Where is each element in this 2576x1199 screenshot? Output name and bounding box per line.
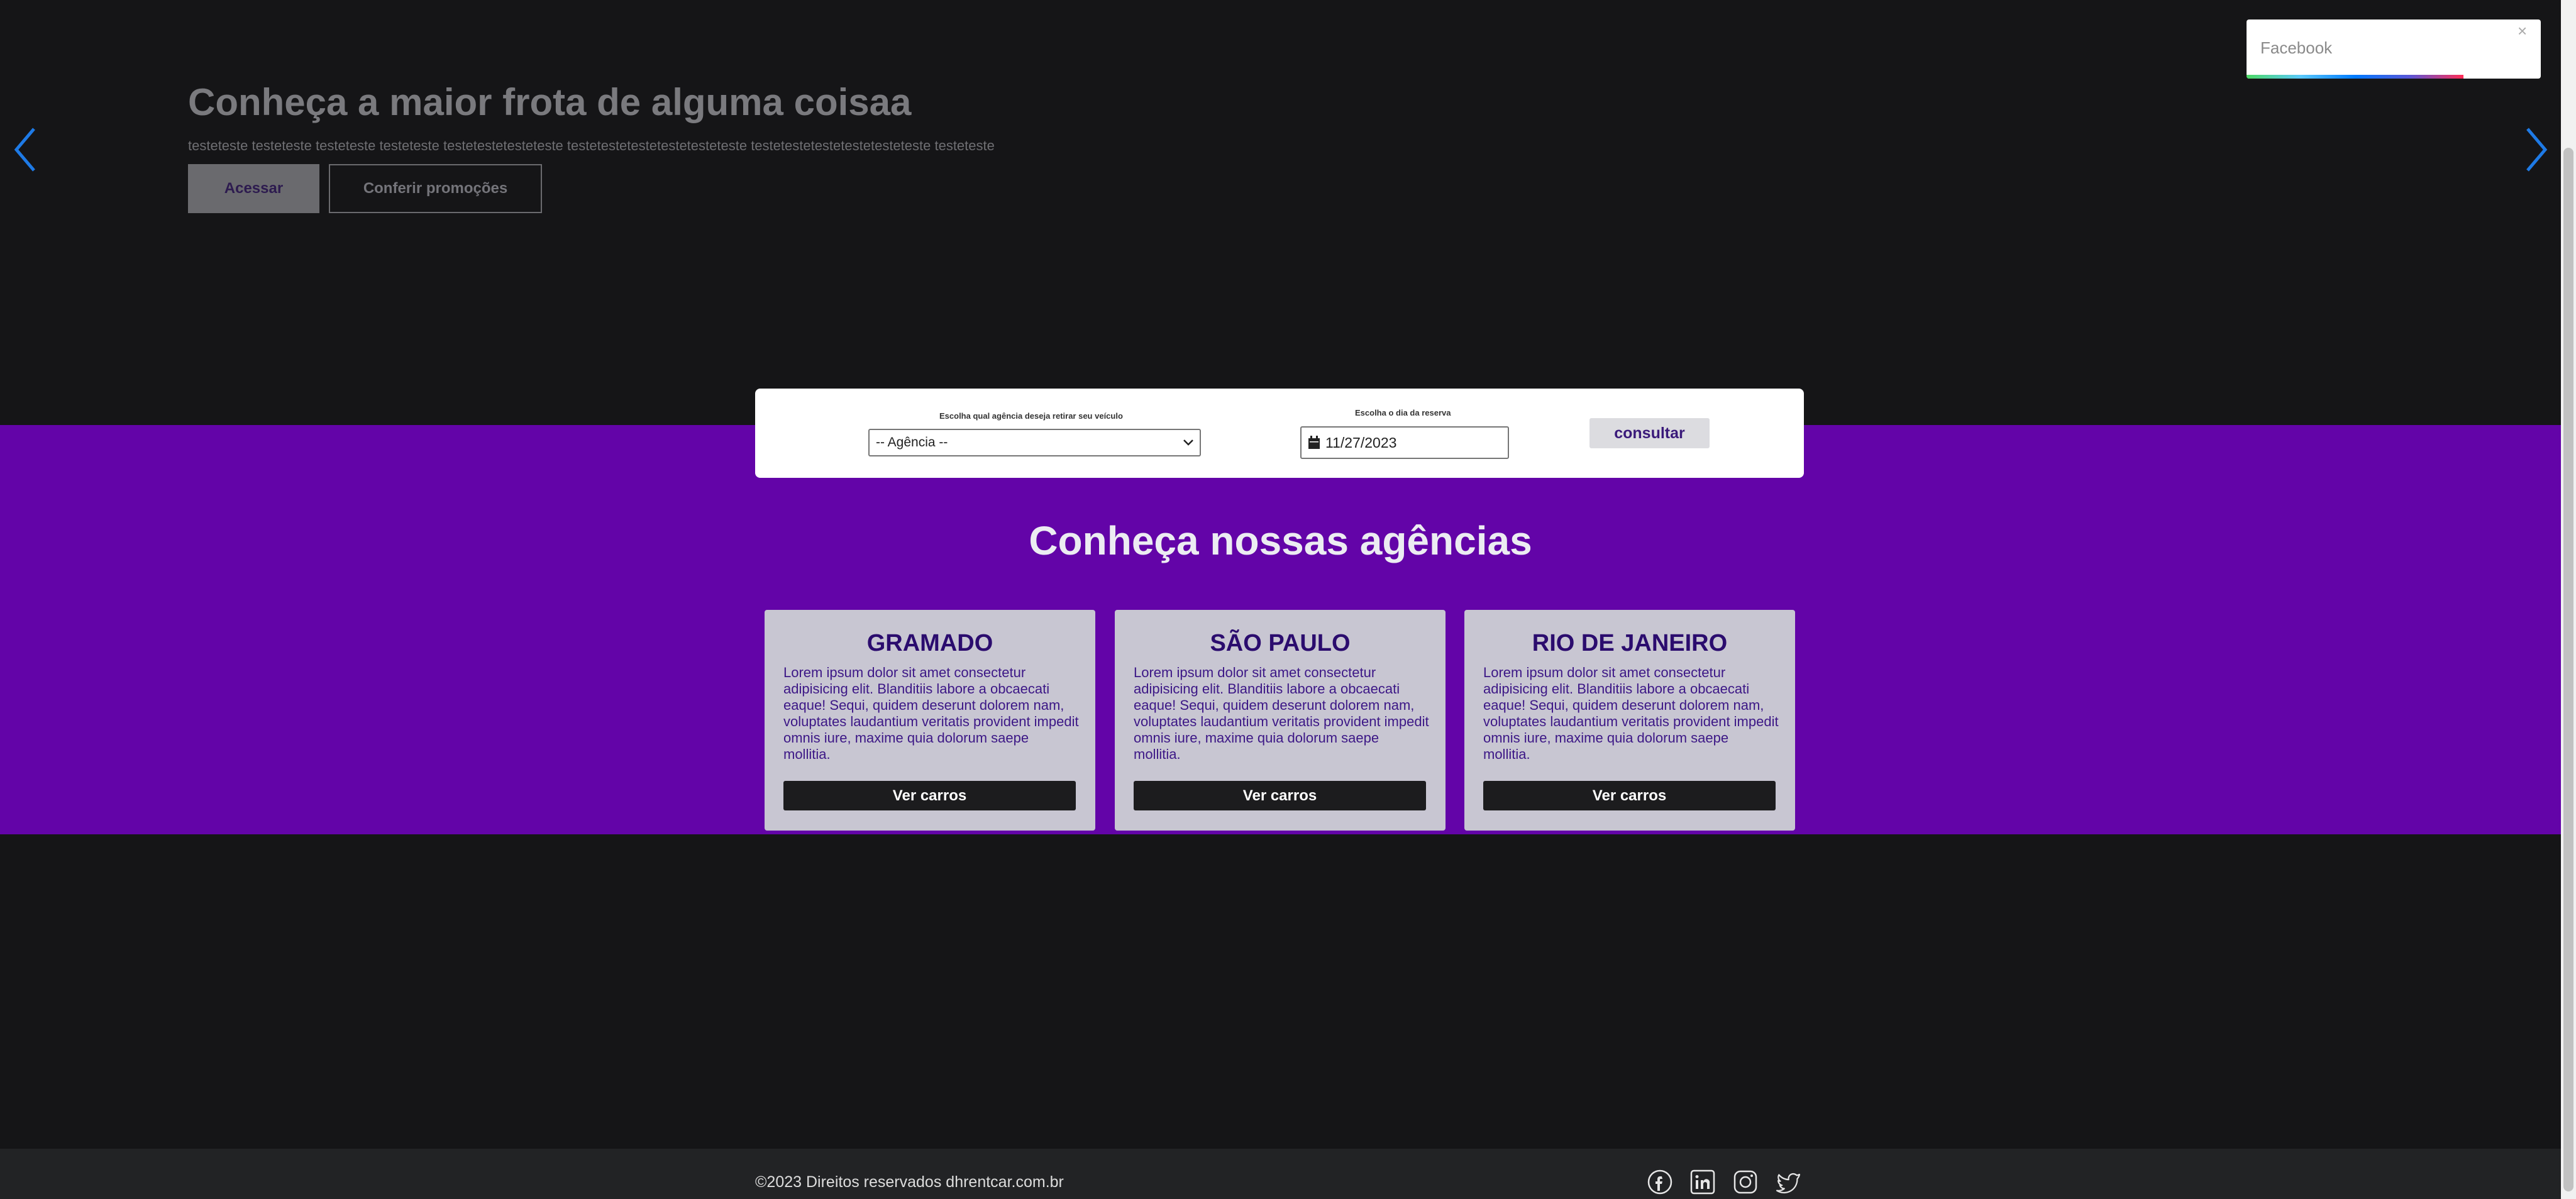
chevron-right-icon [2526, 128, 2548, 172]
view-cars-button[interactable]: Ver carros [783, 781, 1076, 810]
chevron-left-icon [14, 128, 35, 172]
footer [0, 1149, 2561, 1199]
view-cars-button[interactable]: Ver carros [1134, 781, 1426, 810]
carousel-prev-button[interactable] [8, 124, 43, 175]
facebook-link[interactable] [1646, 1168, 1674, 1196]
agency-select-value: -- Agência -- [876, 435, 948, 450]
close-icon[interactable]: × [2518, 23, 2527, 39]
scrollbar-thumb[interactable] [2563, 148, 2573, 1191]
access-button[interactable]: Acessar [188, 164, 319, 213]
date-input-label: Escolha o dia da reserva [1355, 408, 1451, 417]
agency-select[interactable]: -- Agência -- [868, 429, 1201, 456]
reservation-date-input[interactable]: 11/27/2023 [1300, 426, 1509, 459]
toast-progress-bar [2247, 75, 2463, 79]
view-cars-button[interactable]: Ver carros [1483, 781, 1776, 810]
instagram-link[interactable] [1732, 1168, 1759, 1196]
hero-carousel: Conheça a maior frota de alguma coisaa t… [0, 0, 2561, 425]
footer-copyright: ©2023 Direitos reservados dhrentcar.com.… [755, 1173, 1064, 1191]
instagram-icon [1733, 1170, 1757, 1194]
toast-notification: Facebook [2247, 19, 2541, 79]
date-value: 11/27/2023 [1325, 434, 1397, 451]
hero-title: Conheça a maior frota de alguma coisaa [188, 81, 912, 123]
agency-card-text: Lorem ipsum dolor sit amet consectetur a… [1483, 665, 1779, 762]
calendar-icon [1308, 436, 1320, 449]
agency-card: GRAMADO Lorem ipsum dolor sit amet conse… [765, 610, 1095, 831]
agency-card: RIO DE JANEIRO Lorem ipsum dolor sit ame… [1464, 610, 1795, 831]
linkedin-icon [1690, 1169, 1715, 1195]
agency-card-text: Lorem ipsum dolor sit amet consectetur a… [783, 665, 1079, 762]
toast-text: Facebook [2260, 38, 2333, 57]
promotions-button[interactable]: Conferir promoções [329, 164, 542, 213]
agency-card-text: Lorem ipsum dolor sit amet consectetur a… [1134, 665, 1429, 762]
agency-card-title: GRAMADO [866, 630, 993, 656]
twitter-link[interactable] [1774, 1168, 1802, 1196]
hero-subtitle: testeteste testeteste testeteste testete… [188, 138, 995, 153]
carousel-next-button[interactable] [2519, 124, 2554, 175]
agencies-title: Conheça nossas agências [1029, 518, 1532, 563]
chevron-down-icon [1183, 439, 1193, 446]
agency-card-title: RIO DE JANEIRO [1532, 630, 1728, 656]
agency-select-label: Escolha qual agência deseja retirar seu … [939, 411, 1123, 421]
twitter-icon [1776, 1173, 1801, 1194]
linkedin-link[interactable] [1689, 1168, 1716, 1196]
search-submit-button[interactable]: consultar [1589, 418, 1710, 448]
agency-card-title: SÃO PAULO [1210, 630, 1351, 656]
facebook-icon [1647, 1169, 1672, 1195]
agency-card: SÃO PAULO Lorem ipsum dolor sit amet con… [1115, 610, 1446, 831]
